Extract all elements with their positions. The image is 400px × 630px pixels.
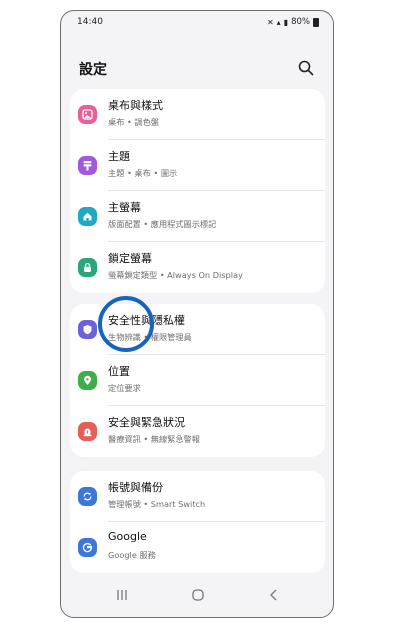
item-subtitle: 版面配置 • 應用程式圖示標記: [108, 219, 217, 229]
battery-icon: [313, 17, 319, 27]
item-title: 主螢幕: [108, 201, 141, 214]
item-subtitle: 主題 • 桌布 • 圖示: [108, 168, 178, 178]
item-title: 安全與緊急狀況: [108, 416, 185, 429]
search-button[interactable]: [297, 59, 315, 77]
item-subtitle: 醫療資訊 • 無線緊急警報: [108, 434, 200, 444]
settings-item-home-screen[interactable]: 主螢幕 版面配置 • 應用程式圖示標記: [70, 191, 325, 242]
status-icons: ✕ ▴ ▮ 80%: [267, 17, 319, 27]
settings-item-safety-emergency[interactable]: 安全與緊急狀況 醫療資訊 • 無線緊急警報: [70, 406, 325, 457]
settings-group-2: 安全性與隱私權 生物辨識 • 權限管理員 位置 定位要求 安全與緊急狀況 醫療資…: [70, 304, 325, 457]
item-subtitle: 螢幕鎖定類型 • Always On Display: [108, 270, 243, 280]
battery-text: 80%: [291, 17, 310, 27]
location-icon: [78, 371, 97, 390]
item-subtitle: 生物辨識 • 權限管理員: [108, 332, 192, 342]
navigation-bar: [61, 573, 333, 617]
page-title: 設定: [79, 62, 107, 78]
mute-icon: ✕: [266, 17, 274, 27]
recents-icon: [117, 590, 127, 600]
home-icon: [78, 207, 97, 226]
volte-icon: ▴: [276, 17, 281, 27]
settings-item-lock-screen[interactable]: 鎖定螢幕 螢幕鎖定類型 • Always On Display: [70, 242, 325, 293]
shield-icon: [78, 320, 97, 339]
settings-group-1: 桌布與樣式 桌布 • 調色盤 主題 主題 • 桌布 • 圖示 主螢幕 版面配置 …: [70, 89, 325, 293]
google-icon: [78, 538, 97, 557]
item-title: 帳號與備份: [108, 481, 163, 494]
wallpaper-icon: [78, 105, 97, 124]
settings-item-location[interactable]: 位置 定位要求: [70, 355, 325, 406]
settings-item-wallpaper[interactable]: 桌布與樣式 桌布 • 調色盤: [70, 89, 325, 140]
signal-icon: ▮: [283, 17, 289, 27]
status-bar: 14:40 ✕ ▴ ▮ 80%: [61, 11, 333, 37]
page-header: 設定: [79, 57, 315, 83]
settings-item-google[interactable]: Google Google 服務: [70, 522, 325, 573]
item-subtitle: Google 服務: [108, 550, 156, 560]
item-title: 主題: [108, 150, 130, 163]
item-title: Google: [108, 530, 147, 543]
item-subtitle: 管理帳號 • Smart Switch: [108, 499, 206, 509]
sync-icon: [78, 487, 97, 506]
settings-item-theme[interactable]: 主題 主題 • 桌布 • 圖示: [70, 140, 325, 191]
status-time: 14:40: [77, 17, 103, 27]
recents-button[interactable]: [107, 583, 137, 607]
settings-item-accounts-backup[interactable]: 帳號與備份 管理帳號 • Smart Switch: [70, 471, 325, 522]
item-title: 桌布與樣式: [108, 99, 163, 112]
phone-frame: 14:40 ✕ ▴ ▮ 80% 設定 桌布與樣式 桌布 • 調色盤 主題 主題 …: [60, 10, 334, 618]
home-nav-icon: [192, 589, 204, 601]
item-title: 位置: [108, 365, 130, 378]
item-title: 鎖定螢幕: [108, 252, 152, 265]
home-button[interactable]: [183, 583, 213, 607]
item-subtitle: 桌布 • 調色盤: [108, 117, 159, 127]
item-title: 安全性與隱私權: [108, 314, 185, 327]
emergency-icon: [78, 422, 97, 441]
back-icon: [270, 589, 277, 601]
settings-item-security-privacy[interactable]: 安全性與隱私權 生物辨識 • 權限管理員: [70, 304, 325, 355]
back-button[interactable]: [259, 583, 289, 607]
settings-group-3: 帳號與備份 管理帳號 • Smart Switch Google Google …: [70, 471, 325, 573]
lock-icon: [78, 258, 97, 277]
search-icon: [298, 60, 314, 76]
theme-icon: [78, 156, 97, 175]
item-subtitle: 定位要求: [108, 383, 141, 393]
